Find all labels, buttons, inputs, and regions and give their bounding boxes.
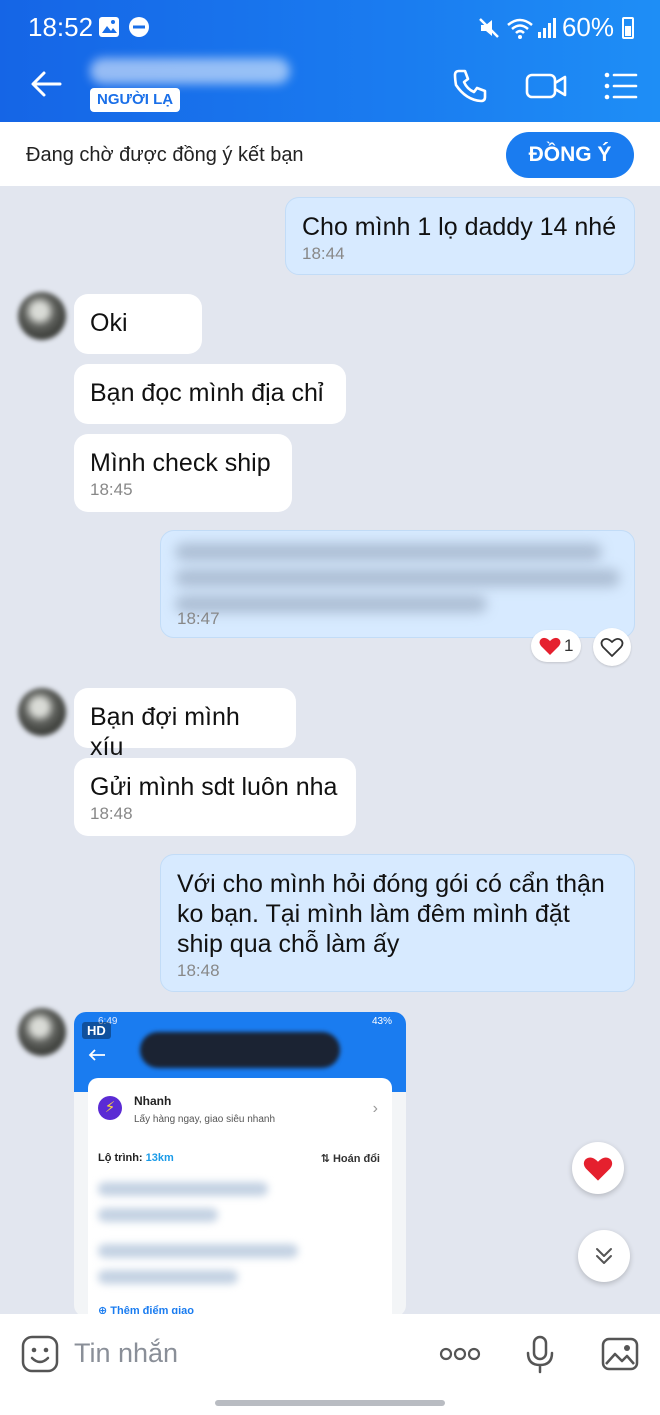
stranger-badge: NGƯỜI LẠ xyxy=(90,88,181,112)
chevron-double-down-icon xyxy=(596,1248,612,1264)
input-bar: Tin nhắn xyxy=(0,1314,660,1415)
image-message[interactable]: 6:49 43% HD ⚡ Nhanh Lấy hàng ngay, giao … xyxy=(74,1012,406,1317)
gallery-notification-icon xyxy=(99,17,119,37)
message-incoming[interactable]: Bạn đọc mình địa chỉ xyxy=(74,364,346,424)
scroll-to-bottom-button[interactable] xyxy=(578,1230,630,1282)
message-outgoing[interactable]: Với cho mình hỏi đóng gói có cẩn thận ko… xyxy=(160,854,635,992)
accept-friend-button[interactable]: ĐỒNG Ý xyxy=(506,132,634,178)
menu-icon[interactable] xyxy=(600,66,640,106)
avatar[interactable] xyxy=(18,688,66,736)
battery-percent: 60% xyxy=(561,12,614,42)
quick-heart-button[interactable] xyxy=(572,1142,624,1194)
contact-name-blurred xyxy=(90,58,290,84)
screenshot-back-icon xyxy=(88,1049,105,1061)
video-icon[interactable] xyxy=(524,66,568,106)
card-subtitle: Lấy hàng ngay, giao siêu nhanh xyxy=(134,1114,276,1125)
route-km: 13km xyxy=(145,1152,174,1164)
delivery-card: ⚡ Nhanh Lấy hàng ngay, giao siêu nhanh ›… xyxy=(88,1078,392,1317)
phone-icon[interactable] xyxy=(450,66,490,106)
message-incoming[interactable]: Mình check ship 18:45 xyxy=(74,434,292,512)
message-input[interactable]: Tin nhắn xyxy=(74,1338,178,1369)
friend-request-bar: Đang chờ được đồng ý kết bạn ĐỒNG Ý xyxy=(0,122,660,186)
home-indicator[interactable] xyxy=(215,1400,445,1406)
blurred-address-line xyxy=(98,1208,218,1222)
status-time: 18:52 xyxy=(28,12,94,42)
react-button[interactable] xyxy=(593,628,631,666)
top-bar: 18:52 60% NGƯỜI LẠ xyxy=(0,0,660,122)
message-text: Bạn đợi mình xíu xyxy=(90,703,240,761)
message-incoming[interactable]: Bạn đợi mình xíu xyxy=(74,688,296,761)
message-incoming[interactable]: Gửi mình sdt luôn nha 18:48 xyxy=(74,758,356,836)
message-outgoing[interactable]: Cho mình 1 lọ daddy 14 nhé 18:44 xyxy=(285,197,635,275)
image-icon[interactable] xyxy=(600,1334,640,1374)
message-text-line: ko bạn. Tại mình làm đêm mình đặt xyxy=(177,900,570,928)
card-title: Nhanh xyxy=(134,1094,172,1108)
avatar[interactable] xyxy=(18,292,66,340)
battery-icon xyxy=(622,17,634,39)
message-text-line: ship qua chỗ làm ấy xyxy=(177,930,400,958)
route-label-text: Lộ trình: xyxy=(98,1152,143,1164)
do-not-disturb-icon xyxy=(129,17,149,37)
route-label: Lộ trình: 13km xyxy=(98,1152,174,1164)
message-text: Cho mình 1 lọ daddy 14 nhé xyxy=(302,213,617,241)
more-icon[interactable] xyxy=(438,1334,482,1374)
message-text: Bạn đọc mình địa chỉ xyxy=(90,379,324,407)
signal-icon xyxy=(538,18,556,38)
chevron-right-icon: › xyxy=(372,1100,378,1117)
reaction-summary[interactable]: 1 xyxy=(531,630,582,662)
blurred-address-line xyxy=(98,1244,298,1258)
blurred-address-line xyxy=(98,1182,268,1196)
heart-icon xyxy=(539,637,561,655)
swap-label: ⇅ Hoán đổi xyxy=(321,1152,380,1165)
message-incoming[interactable]: Oki xyxy=(74,294,202,354)
mic-icon[interactable] xyxy=(520,1334,560,1374)
message-text: Gửi mình sdt luôn nha xyxy=(90,773,338,801)
message-time: 18:48 xyxy=(90,804,133,823)
status-bar: 18:52 60% xyxy=(0,0,660,56)
blurred-text xyxy=(175,543,620,621)
swap-text: Hoán đổi xyxy=(332,1153,380,1165)
swap-icon: ⇅ xyxy=(320,1153,330,1165)
emoji-icon[interactable] xyxy=(20,1334,60,1374)
lightning-icon: ⚡ xyxy=(98,1096,122,1120)
blurred-address xyxy=(140,1032,340,1068)
blurred-address-line xyxy=(98,1270,238,1284)
heart-outline-icon xyxy=(600,637,624,657)
mute-icon xyxy=(479,18,499,38)
friend-request-text: Đang chờ được đồng ý kết bạn xyxy=(26,144,304,166)
screenshot-status-battery: 43% xyxy=(371,1016,392,1027)
heart-icon xyxy=(583,1157,613,1181)
wifi-icon xyxy=(507,18,533,39)
message-outgoing-blurred[interactable]: 18:47 xyxy=(160,530,635,638)
message-time: 18:47 xyxy=(177,609,220,628)
back-arrow-icon[interactable] xyxy=(26,64,66,104)
avatar[interactable] xyxy=(18,1008,66,1056)
message-text: Mình check ship xyxy=(90,449,271,477)
reaction-count: 1 xyxy=(564,636,574,655)
message-text-line: Với cho mình hỏi đóng gói có cẩn thận xyxy=(177,870,605,898)
message-time: 18:45 xyxy=(90,480,133,499)
hd-badge: HD xyxy=(82,1022,111,1039)
message-time: 18:44 xyxy=(302,244,345,263)
message-time: 18:48 xyxy=(177,961,220,980)
message-text: Oki xyxy=(90,309,128,337)
